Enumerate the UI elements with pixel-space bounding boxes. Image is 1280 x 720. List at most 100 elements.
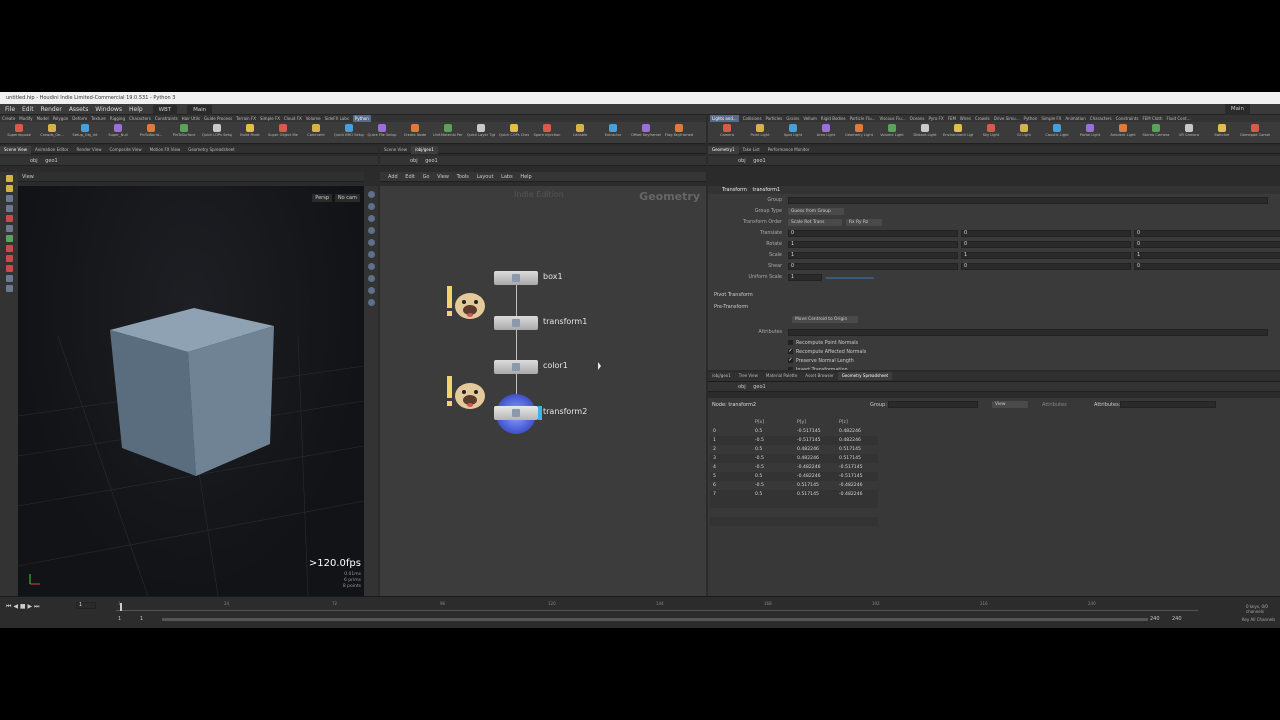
shelf-tab-17[interactable]: Characters [1090, 115, 1112, 122]
shelf-tab-12[interactable]: Crowds [975, 115, 990, 122]
menu-help[interactable]: Help [129, 104, 143, 115]
menu-assets[interactable]: Assets [69, 104, 89, 115]
stop-icon[interactable]: ■ [20, 603, 26, 610]
timeline-ruler[interactable]: 1247296120144168192216240 [116, 601, 1198, 611]
ghost-icon[interactable] [367, 275, 375, 282]
shelf-tab-3[interactable]: Grains [786, 115, 799, 122]
param-z-field[interactable]: 0 [1134, 241, 1280, 248]
shelf-tool-3[interactable]: Super_Null [103, 124, 133, 137]
shelf-tab-13[interactable]: Drive Simu... [994, 115, 1020, 122]
param-x-field[interactable]: 1 [788, 241, 958, 248]
shelf-tab-14[interactable]: Volume [306, 115, 321, 122]
param-y-field[interactable]: 0 [961, 241, 1131, 248]
wireframe-icon[interactable] [367, 215, 375, 222]
shelf-tool-7[interactable]: Build Rivet [235, 124, 265, 137]
shelf-tool-2[interactable]: Spot Light [778, 124, 808, 137]
sheet-view-menu[interactable]: View [992, 401, 1028, 408]
shelf-tab-4[interactable]: Vellum [803, 115, 817, 122]
param-node-name[interactable]: transform1 [752, 187, 780, 193]
shelf-tool-4[interactable]: PinToWorld... [136, 124, 166, 137]
param-menu[interactable]: Guess from Group [788, 208, 844, 215]
shelf-tool-8[interactable]: Super Object Merge [268, 124, 298, 137]
table-row[interactable]: 1 -0.5 -0.517145 0.482246 [710, 436, 878, 445]
param-x-field[interactable]: 1 [788, 274, 822, 281]
shelf-tool-18[interactable]: Extractor [598, 124, 628, 137]
range-start[interactable]: 1 [118, 616, 121, 622]
shelf-tab-9[interactable]: Hair Utils [182, 115, 200, 122]
net-menu-layout[interactable]: Layout [476, 174, 493, 180]
shelf-tab-8[interactable]: Constraints [155, 115, 178, 122]
pane-tab-1[interactable]: Animation Editor [31, 146, 73, 154]
pane-tab-2[interactable]: Performance Monitor [764, 146, 814, 154]
shelf-tool-6[interactable]: Distant Light [910, 124, 940, 137]
shelf-tab-13[interactable]: Cloud FX [284, 115, 302, 122]
shelf-tab-15[interactable]: Simple FX [1041, 115, 1061, 122]
shelf-tool-19[interactable]: Offset Keyframes [631, 124, 661, 137]
range-slider[interactable] [162, 618, 1148, 621]
jump-end-icon[interactable]: ⏭ [34, 603, 39, 610]
shelf-tab-10[interactable]: FEM [948, 115, 956, 122]
table-row[interactable]: 5 0.5 -0.482246 -0.517145 [710, 472, 878, 481]
scale-tool-icon[interactable] [5, 205, 13, 212]
visualizer-icon[interactable] [367, 263, 375, 270]
shelf-tool-17[interactable]: Callable [565, 124, 595, 137]
view-tool-icon[interactable] [5, 275, 13, 282]
move-centroid-button[interactable]: Move Centroid to Origin [792, 316, 858, 323]
shelf-tab-5[interactable]: Rigid Bodies [821, 115, 846, 122]
shelf-tab-16[interactable]: Animation [1065, 115, 1085, 122]
rotate-tool-icon[interactable] [5, 195, 13, 202]
shelf-tool-11[interactable]: Quick File Setup [367, 124, 397, 137]
param-checkbox[interactable]: ✓ Recompute Affected Normals [788, 349, 866, 355]
shelf-tab-6[interactable]: Rigging [110, 115, 125, 122]
table-row[interactable]: 7 0.5 0.517145 -0.482246 [710, 490, 878, 499]
shelf-tab-16[interactable]: Python [352, 115, 371, 122]
shelf-tab-10[interactable]: Guide Process [204, 115, 232, 122]
checkbox-box[interactable]: ✓ [788, 349, 793, 354]
range-end-2[interactable]: 240 [1172, 616, 1182, 622]
shelf-tool-3[interactable]: Area Light [811, 124, 841, 137]
grid-toggle-icon[interactable] [367, 239, 375, 246]
pane-tab-2[interactable]: Material Palette [762, 372, 801, 380]
pane-tab-3[interactable]: Asset Browser [801, 372, 837, 380]
node-body[interactable] [494, 316, 538, 330]
range-end[interactable]: 240 [1150, 616, 1160, 622]
shelf-tool-0[interactable]: Camera [712, 124, 742, 137]
shelf-tab-9[interactable]: Pyro FX [929, 115, 944, 122]
shelf-tab-7[interactable]: Characters [129, 115, 151, 122]
table-row[interactable]: 3 -0.5 0.482246 0.517145 [710, 454, 878, 463]
path-obj[interactable]: obj [30, 158, 38, 164]
checkbox-box[interactable] [788, 367, 793, 370]
select-tool-icon[interactable] [5, 175, 13, 182]
pane-tab-5[interactable]: Geometry Spreadsheet [184, 146, 238, 154]
node-body[interactable] [494, 271, 538, 285]
column-header[interactable] [710, 418, 752, 427]
jump-start-icon[interactable]: ⏮ [6, 603, 11, 610]
menu-file[interactable]: File [5, 104, 15, 115]
snap-grid-icon[interactable] [367, 251, 375, 258]
shelf-tool-15[interactable]: Switcher [1207, 124, 1237, 137]
shelf-tool-7[interactable]: Environment Light [943, 124, 973, 137]
sheet-path-obj[interactable]: obj [738, 384, 746, 390]
shelf-tab-12[interactable]: Simple FX [260, 115, 280, 122]
table-row[interactable]: 2 0.5 0.482246 0.517145 [710, 445, 878, 454]
shelf-tab-2[interactable]: Model [37, 115, 49, 122]
key-all-channels[interactable]: Key All Channels [1242, 617, 1275, 622]
column-header[interactable]: P[z] [836, 418, 878, 427]
lighting-icon[interactable] [367, 227, 375, 234]
pane-tab-0[interactable]: /obj/geo1 [708, 372, 735, 380]
table-row[interactable]: 0 0.5 -0.517145 0.482246 [710, 427, 878, 436]
display-flag[interactable] [538, 406, 542, 420]
net-menu-add[interactable]: Add [388, 174, 398, 180]
sheet-group-field[interactable] [888, 401, 978, 408]
shelf-tab-7[interactable]: Viscous Flu... [879, 115, 905, 122]
shelf-tool-16[interactable]: Gamepad Camera [1240, 124, 1270, 137]
net-menu-labs[interactable]: Labs [501, 174, 513, 180]
net-menu-tools[interactable]: Tools [457, 174, 469, 180]
node-body[interactable] [494, 406, 538, 420]
scene-viewport[interactable]: Persp No cam >120.0fps 0.01ms 6 prims 8 … [18, 186, 364, 596]
background-icon[interactable] [367, 287, 375, 294]
attributes-field[interactable] [788, 329, 1268, 336]
shelf-tab-5[interactable]: Texture [91, 115, 106, 122]
shelf-tab-20[interactable]: Fluid Cont... [1166, 115, 1190, 122]
brush-tool-icon[interactable] [5, 235, 13, 242]
